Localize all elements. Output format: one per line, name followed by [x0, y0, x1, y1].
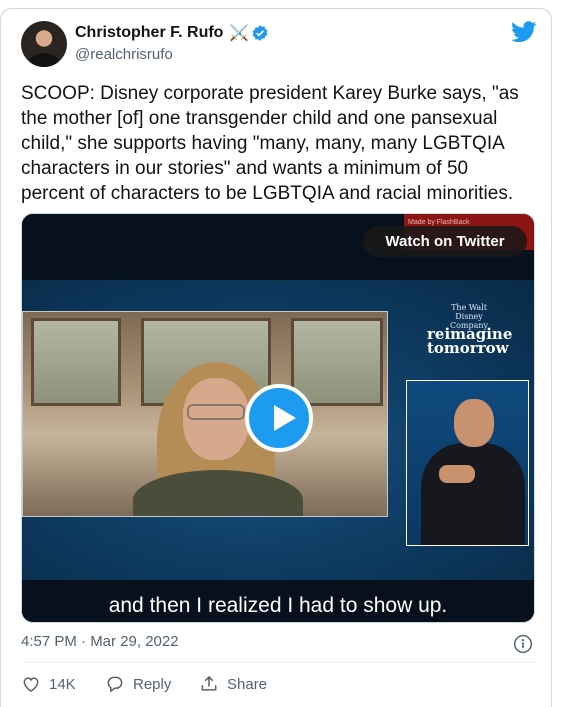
interpreter-head [454, 399, 494, 447]
video-caption: and then I realized I had to show up. [108, 594, 448, 617]
share-icon [201, 675, 217, 691]
share-button[interactable]: Share [199, 674, 267, 694]
crossed-swords-icon: ⚔️ [229, 25, 249, 42]
made-by-label: Made by FlashBack [408, 219, 470, 226]
tweet-text: SCOOP: Disney corporate president Karey … [21, 83, 519, 204]
like-count: 14K [49, 675, 76, 693]
speaker-glasses [187, 404, 245, 420]
window-right [291, 318, 383, 406]
play-icon[interactable] [245, 384, 313, 452]
video-player[interactable]: Made by FlashBack Watch on Twitter The W… [21, 213, 535, 623]
reply-icon [107, 676, 123, 693]
share-label: Share [227, 675, 268, 693]
tweet-timestamp[interactable]: 4:57 PM · Mar 29, 2022 [21, 633, 179, 650]
reply-label: Reply [133, 675, 172, 693]
info-icon[interactable] [513, 634, 533, 654]
twitter-bird-icon[interactable] [511, 21, 537, 43]
reimagine-tomorrow-logo: reimagine tomorrow [427, 325, 513, 357]
reply-button[interactable]: Reply [105, 674, 171, 694]
interpreter-body [421, 443, 525, 545]
interpreter-hands [439, 465, 475, 483]
author-name[interactable]: Christopher F. Rufo [75, 24, 223, 42]
heart-icon [23, 677, 39, 692]
watch-on-twitter-button[interactable]: Watch on Twitter [363, 226, 527, 257]
divider [21, 662, 536, 663]
speaker-video-frame [22, 311, 388, 517]
verified-badge-icon [252, 25, 268, 41]
sign-language-interpreter-frame [406, 380, 529, 546]
like-button[interactable]: 14K [21, 674, 76, 694]
window-left [31, 318, 121, 406]
avatar[interactable] [21, 21, 67, 67]
author-handle[interactable]: @realchrisrufo [75, 46, 173, 63]
